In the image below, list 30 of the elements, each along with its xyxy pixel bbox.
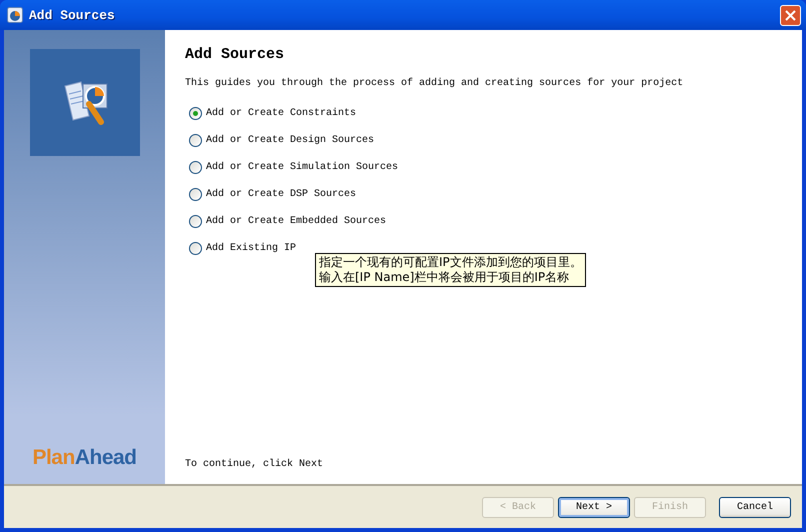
window-title: Add Sources <box>29 8 116 22</box>
option-label: Add or Create DSP Sources <box>206 189 356 200</box>
source-type-option[interactable]: Add or Create DSP Sources <box>189 188 782 201</box>
continue-hint: To continue, click Next <box>185 459 324 470</box>
wizard-button[interactable]: Cancel <box>719 496 791 518</box>
option-label: Add Existing IP <box>206 243 296 254</box>
radio-button[interactable] <box>189 134 202 147</box>
radio-button[interactable] <box>189 215 202 228</box>
tooltip-line: 输入在[IP Name]栏中将会被用于项目的IP名称 <box>319 270 570 285</box>
option-label: Add or Create Design Sources <box>206 135 374 146</box>
source-type-option[interactable]: Add or Create Simulation Sources <box>189 161 782 174</box>
option-label: Add or Create Embedded Sources <box>206 216 386 227</box>
option-label: Add or Create Constraints <box>206 108 356 119</box>
radio-button[interactable] <box>189 242 202 255</box>
radio-button[interactable] <box>189 161 202 174</box>
radio-button[interactable] <box>189 188 202 201</box>
page-description: This guides you through the process of adding and creating sources for your project <box>185 78 684 89</box>
close-button[interactable] <box>780 4 801 26</box>
tooltip-line: 指定一个现有的可配置IP文件添加到您的项目里。 <box>319 255 582 270</box>
product-logo: PlanAhead <box>32 446 137 470</box>
source-type-option[interactable]: Add or Create Design Sources <box>189 134 782 147</box>
close-icon <box>785 10 796 20</box>
wizard-button[interactable]: Next > <box>558 496 630 518</box>
radio-button[interactable] <box>189 107 202 120</box>
source-type-option[interactable]: Add or Create Constraints <box>189 107 782 120</box>
app-icon <box>7 7 23 23</box>
source-type-option[interactable]: Add Existing IP <box>189 242 782 255</box>
source-type-option[interactable]: Add or Create Embedded Sources <box>189 215 782 228</box>
page-heading: Add Sources <box>185 46 286 63</box>
option-label: Add or Create Simulation Sources <box>206 162 398 173</box>
